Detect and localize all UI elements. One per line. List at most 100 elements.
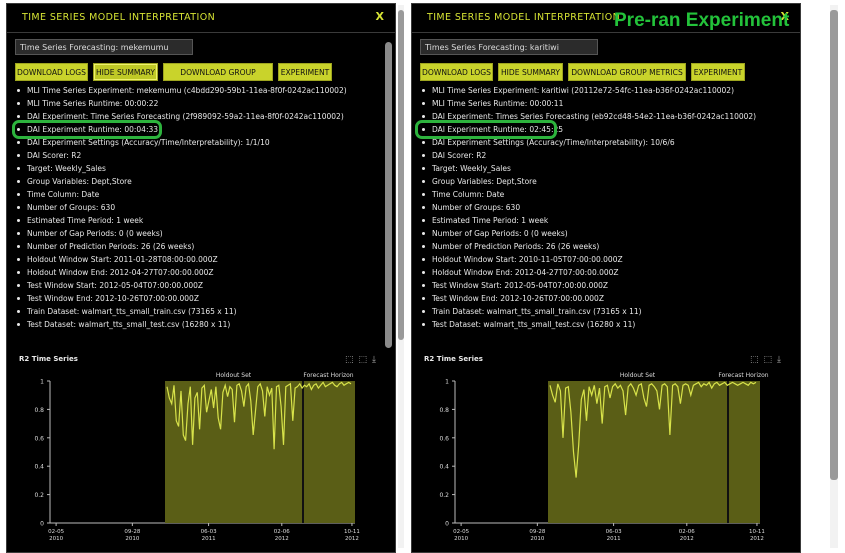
list-item: Holdout Window End: 2012-04-27T07:00:00.… <box>420 266 790 279</box>
x-tick-label: 02-05 <box>48 529 64 535</box>
download-logs-button[interactable]: DOWNLOAD LOGS <box>420 63 493 81</box>
y-tick-label: 1 <box>445 379 449 386</box>
y-tick-label: 1 <box>40 379 44 386</box>
experiment-name-field: Times Series Forecasting: karitiwi <box>420 39 598 55</box>
x-tick-label: 02-06 <box>274 529 290 535</box>
list-item: Test Window Start: 2012-05-04T07:00:00.0… <box>420 279 790 292</box>
experiment-name-field: Time Series Forecasting: mekemumu <box>15 39 193 55</box>
region-label-holdout: Holdout Set <box>620 372 656 379</box>
y-tick-label: 0.6 <box>439 435 449 442</box>
forecast-region <box>729 381 760 523</box>
download-group-metrics-button[interactable]: DOWNLOAD GROUP METRICS <box>163 63 273 95</box>
list-item: Train Dataset: walmart_tts_small_train.c… <box>420 305 790 318</box>
panel-title: TIME SERIES MODEL INTERPRETATION <box>427 12 621 23</box>
x-tick-label-year: 2011 <box>607 536 621 542</box>
x-tick-label-year: 2010 <box>49 536 63 542</box>
download-logs-button[interactable]: DOWNLOAD LOGS <box>15 63 88 81</box>
list-item: Test Window End: 2012-10-26T07:00:00.000… <box>15 292 385 305</box>
list-item: Train Dataset: walmart_tts_small_train.c… <box>15 305 385 318</box>
list-item: Target: Weekly_Sales <box>420 162 790 175</box>
x-tick-label-year: 2010 <box>530 536 544 542</box>
x-tick-label: 10-11 <box>344 529 360 535</box>
y-tick-label: 0 <box>445 521 449 528</box>
panel-scrollbar-thumb[interactable] <box>385 42 392 348</box>
panel-title: TIME SERIES MODEL INTERPRETATION <box>22 12 216 23</box>
forecast-region <box>304 381 355 523</box>
chart-svg: 0 0.2 0.4 0.6 0.8 1 Holdout Set Forecast Horizo… <box>439 372 768 542</box>
x-tick-label: 10-11 <box>749 529 765 535</box>
y-tick-label: 0.8 <box>34 407 44 414</box>
list-item: Number of Gap Periods: 0 (0 weeks) <box>15 227 385 240</box>
close-icon[interactable]: X <box>376 10 384 23</box>
download-icon[interactable]: ⤓ <box>372 355 376 365</box>
list-item: Time Column: Date <box>15 188 385 201</box>
zoom-icon[interactable]: ⬚ <box>345 355 354 365</box>
list-item: Holdout Window Start: 2011-01-28T08:00:0… <box>15 253 385 266</box>
r2-time-series-chart: R2 Time Series ⬚ ⬚ ⤓ 0 0.2 0.4 0.6 0.8 1 Holdout… <box>415 351 787 551</box>
pre-ran-experiment-annotation: Pre-ran Experiment <box>614 10 790 31</box>
outer-scrollbar-thumb-right[interactable] <box>830 10 838 480</box>
r2-time-series-chart: R2 Time Series ⬚ ⬚ ⤓ 0 0.2 0.4 0.6 0.8 1 Holdout… <box>10 351 382 551</box>
x-tick-label-year: 2012 <box>680 536 694 542</box>
list-item: MLI Time Series Runtime: 00:00:22 <box>15 97 385 110</box>
reset-zoom-icon[interactable]: ⬚ <box>764 355 773 365</box>
x-tick-label: 09-28 <box>124 529 140 535</box>
list-item: Group Variables: Dept,Store <box>420 175 790 188</box>
hide-summary-button[interactable]: HIDE SUMMARY <box>93 63 158 81</box>
list-item: MLI Time Series Experiment: mekemumu (c4… <box>15 84 385 97</box>
y-tick-label: 0.2 <box>439 492 449 499</box>
x-tick-label-year: 2010 <box>454 536 468 542</box>
x-tick-label-year: 2012 <box>750 536 764 542</box>
list-item: Test Dataset: walmart_tts_small_test.csv… <box>420 318 790 331</box>
list-item: Estimated Time Period: 1 week <box>420 214 790 227</box>
reset-zoom-icon[interactable]: ⬚ <box>359 355 368 365</box>
chart-svg: 0 0.2 0.4 0.6 0.8 1 Holdout Set Forecast Horizo… <box>34 372 360 542</box>
list-item: MLI Time Series Experiment: karitiwi (20… <box>420 84 790 97</box>
list-item: Time Column: Date <box>420 188 790 201</box>
y-tick-label: 0.4 <box>439 464 449 471</box>
experiment-button[interactable]: EXPERIMENT <box>278 63 332 81</box>
x-tick-label: 09-28 <box>529 529 545 535</box>
x-tick-label: 02-05 <box>453 529 469 535</box>
list-item: Target: Weekly_Sales <box>15 162 385 175</box>
list-item: Number of Groups: 630 <box>420 201 790 214</box>
chart-title: R2 Time Series <box>424 355 483 363</box>
x-tick-label-year: 2010 <box>125 536 139 542</box>
list-item: MLI Time Series Runtime: 00:00:11 <box>420 97 790 110</box>
list-item: Holdout Window End: 2012-04-27T07:00:00.… <box>15 266 385 279</box>
panel-header: TIME SERIES MODEL INTERPRETATION X <box>7 4 395 33</box>
x-tick-label: 02-06 <box>679 529 695 535</box>
x-tick-label: 06-03 <box>201 529 217 535</box>
zoom-icon[interactable]: ⬚ <box>750 355 759 365</box>
holdout-region <box>548 381 727 523</box>
mli-panel-left: TIME SERIES MODEL INTERPRETATION X Time … <box>6 3 396 553</box>
mli-panel-right: TIME SERIES MODEL INTERPRETATION X Times… <box>411 3 801 553</box>
list-item: Number of Prediction Periods: 26 (26 wee… <box>420 240 790 253</box>
list-item: Number of Prediction Periods: 26 (26 wee… <box>15 240 385 253</box>
y-tick-label: 0 <box>40 521 44 528</box>
list-item: Number of Groups: 630 <box>15 201 385 214</box>
x-tick-label-year: 2012 <box>345 536 359 542</box>
region-label-holdout: Holdout Set <box>216 372 252 379</box>
list-item: DAI Scorer: R2 <box>420 149 790 162</box>
chart-toolbar: ⬚ ⬚ ⤓ <box>340 355 376 365</box>
y-tick-label: 0.2 <box>34 492 44 499</box>
outer-scrollbar-thumb-left[interactable] <box>398 10 404 340</box>
y-tick-label: 0.8 <box>439 407 449 414</box>
region-label-forecast: Forecast Horizon <box>303 372 353 379</box>
runtime-highlight-box <box>12 120 162 139</box>
hide-summary-button[interactable]: HIDE SUMMARY <box>498 63 563 81</box>
list-item: Estimated Time Period: 1 week <box>15 214 385 227</box>
list-item: Test Dataset: walmart_tts_small_test.csv… <box>15 318 385 331</box>
download-group-metrics-button[interactable]: DOWNLOAD GROUP METRICS <box>568 63 686 81</box>
x-tick-label-year: 2012 <box>275 536 289 542</box>
list-item: DAI Scorer: R2 <box>15 149 385 162</box>
list-item: Test Window Start: 2012-05-04T07:00:00.0… <box>15 279 385 292</box>
runtime-highlight-box <box>415 120 557 139</box>
region-label-forecast: Forecast Horizon <box>718 372 768 379</box>
y-tick-label: 0.4 <box>34 464 44 471</box>
list-item: Test Window End: 2012-10-26T07:00:00.000… <box>420 292 790 305</box>
experiment-button[interactable]: EXPERIMENT <box>691 63 745 81</box>
download-icon[interactable]: ⤓ <box>777 355 781 365</box>
list-item: Holdout Window Start: 2010-11-05T07:00:0… <box>420 253 790 266</box>
